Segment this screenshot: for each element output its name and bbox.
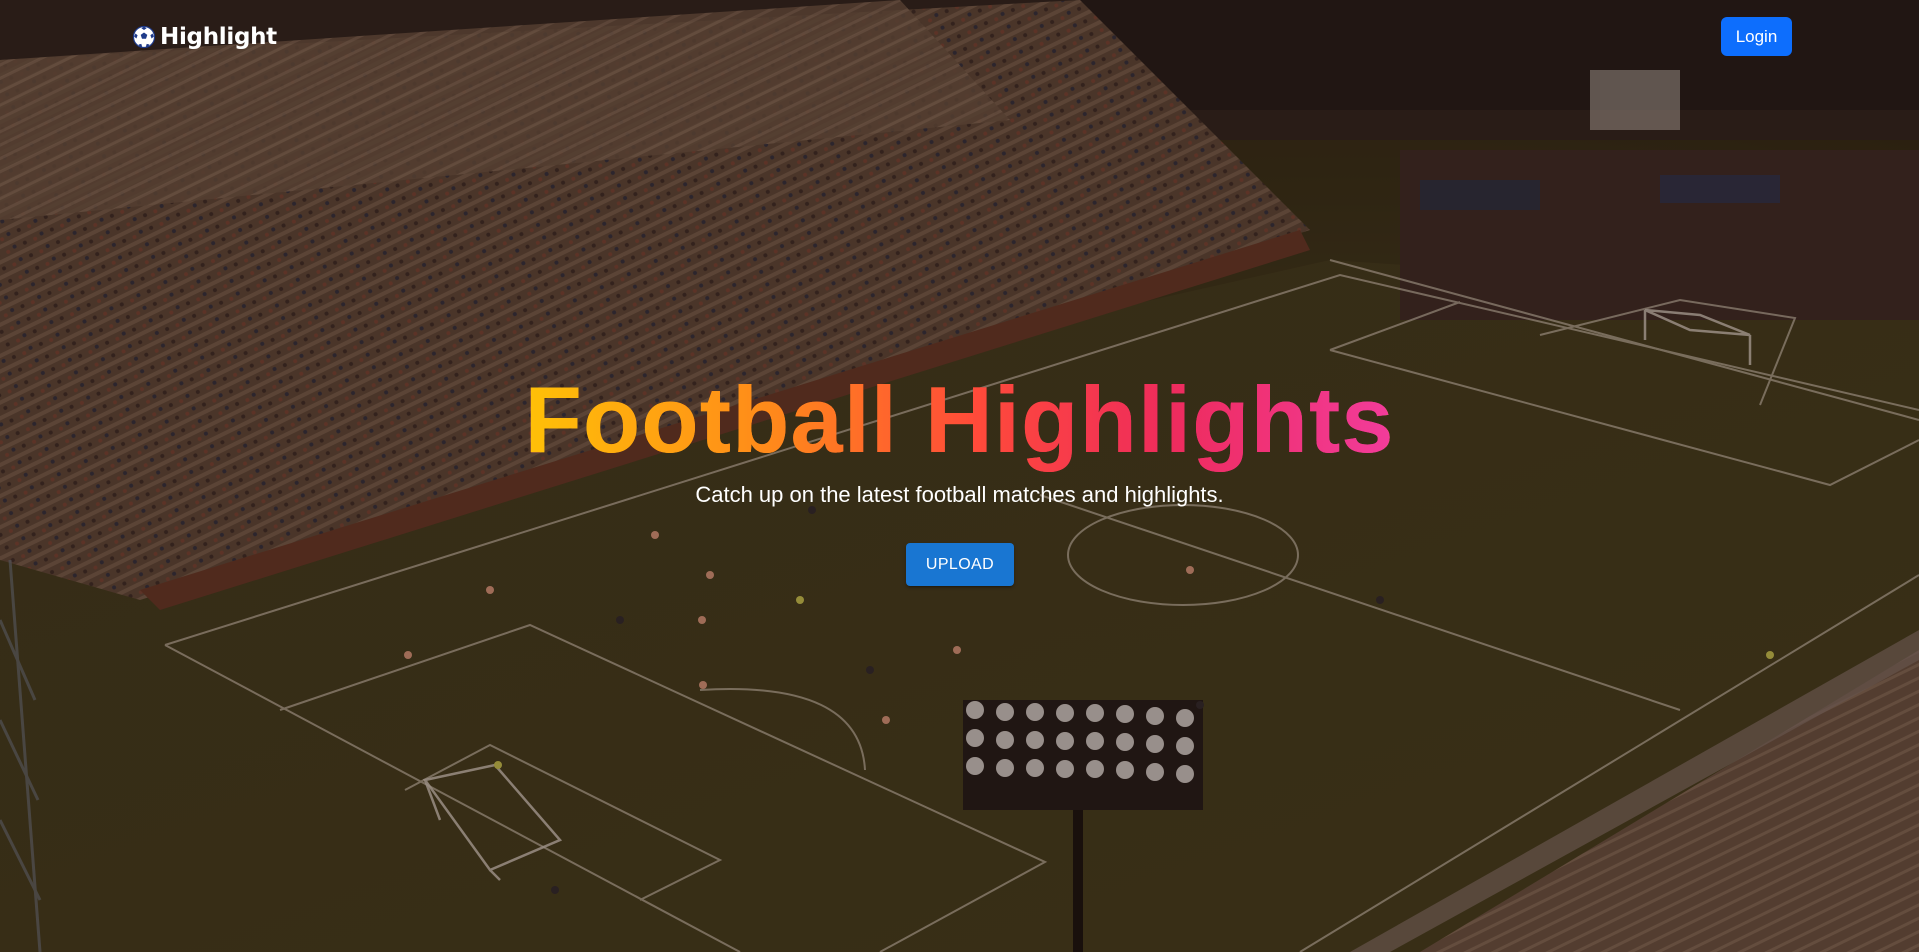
login-button[interactable]: Login: [1721, 17, 1792, 56]
soccer-ball-icon: [132, 25, 156, 49]
brand-link[interactable]: Highlight: [132, 24, 277, 50]
page: Highlight Login Football Highlights Catc…: [0, 0, 1919, 952]
brand-name: Highlight: [160, 24, 277, 50]
hero-section: Football Highlights Catch up on the late…: [0, 0, 1919, 952]
hero-title-text: Football Highlights: [524, 365, 1394, 475]
hero-title: Football Highlights: [0, 365, 1919, 475]
hero-subtitle: Catch up on the latest football matches …: [695, 482, 1224, 507]
upload-button[interactable]: UPLOAD: [906, 543, 1014, 586]
navbar: Highlight Login: [0, 0, 1919, 76]
